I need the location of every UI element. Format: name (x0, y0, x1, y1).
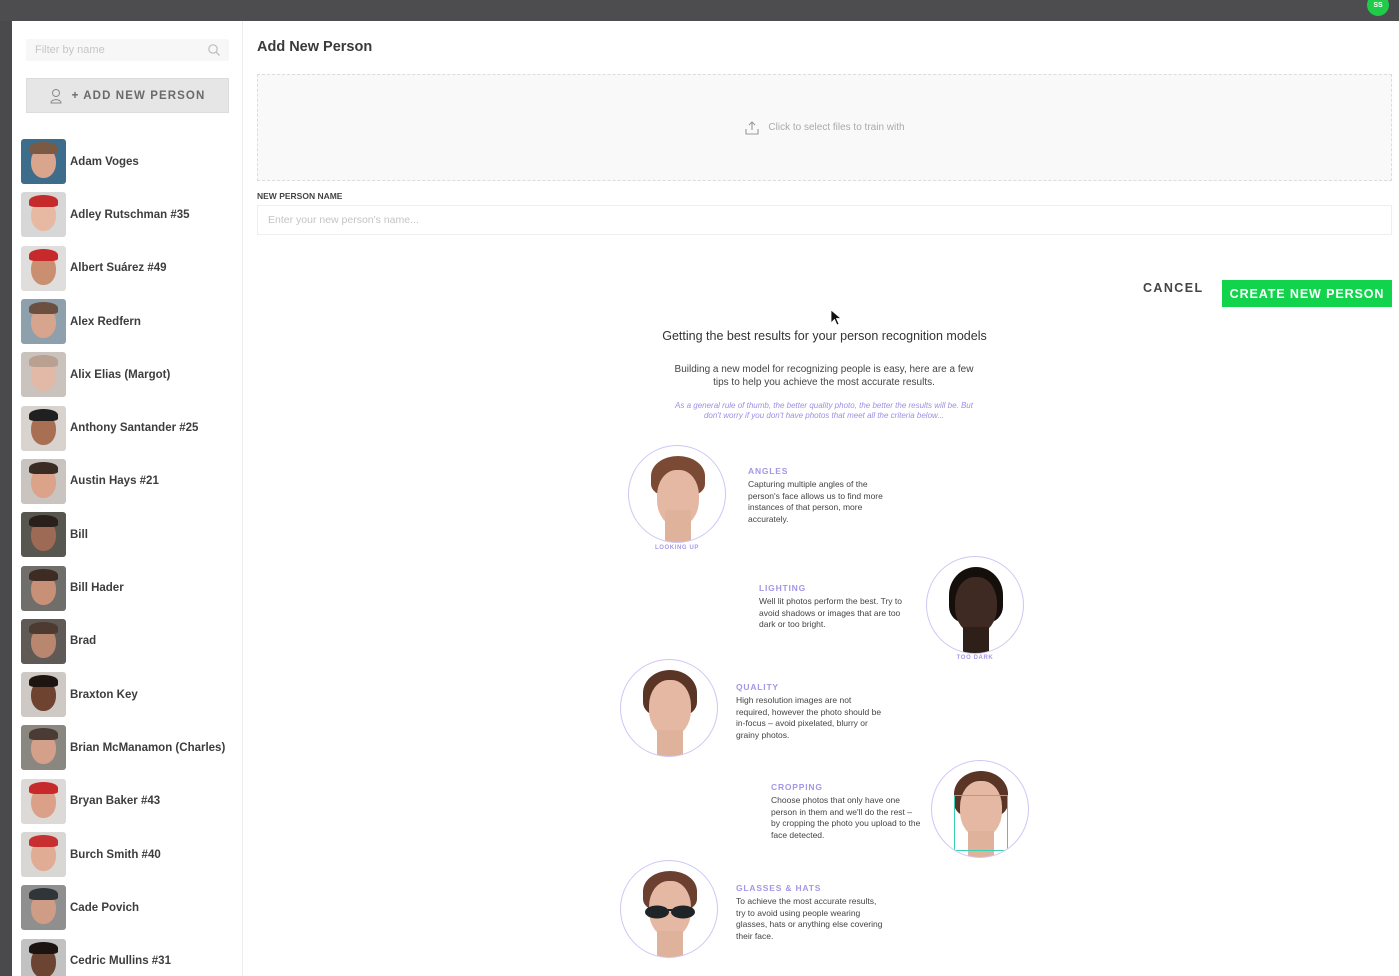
add-person-icon (50, 88, 62, 103)
person-name: Bill (70, 528, 88, 541)
avatar (21, 299, 66, 345)
tip-glasses-heading: GLASSES & HATS (736, 883, 822, 893)
tip-lighting-heading: LIGHTING (759, 583, 807, 593)
dropzone-text: Click to select files to train with (768, 122, 905, 133)
person-name: Adam Voges (70, 155, 139, 168)
sidebar-person-item[interactable]: Alex Redfern (21, 295, 242, 348)
app-frame: Filter by name + ADD NEW PERSON Adam Vog… (12, 21, 1399, 976)
tip-angles-heading: ANGLES (748, 466, 789, 476)
tip-glasses-photo (620, 860, 718, 958)
sidebar-person-item[interactable]: Albert Suárez #49 (21, 242, 242, 295)
sidebar-person-item[interactable]: Anthony Santander #25 (21, 401, 242, 454)
filter-input[interactable]: Filter by name (26, 39, 229, 61)
tips-intro: Building a new model for recognizing peo… (674, 364, 974, 388)
avatar (21, 512, 66, 558)
sidebar-person-item[interactable]: Bill (21, 508, 242, 561)
person-name: Anthony Santander #25 (70, 422, 199, 435)
new-person-name-label: NEW PERSON NAME (257, 191, 343, 201)
person-name: Brian McManamon (Charles) (70, 741, 226, 754)
sidebar-person-item[interactable]: Cade Povich (21, 881, 242, 934)
sidebar-person-item[interactable]: Burch Smith #40 (21, 828, 242, 881)
sidebar-person-item[interactable]: Brad (21, 615, 242, 668)
avatar (21, 245, 66, 291)
user-avatar-badge[interactable]: SS (1367, 0, 1389, 16)
avatar (21, 192, 66, 238)
tip-lighting-body: Well lit photos perform the best. Try to… (759, 596, 902, 630)
person-name: Braxton Key (70, 688, 138, 701)
tip-quality-body: High resolution images are not required,… (736, 695, 882, 741)
tip-cropping-body: Choose photos that only have one person … (771, 795, 921, 841)
person-name: Bryan Baker #43 (70, 795, 161, 808)
create-new-person-button[interactable]: CREATE NEW PERSON (1222, 280, 1392, 307)
sidebar-person-item[interactable]: Bill Hader (21, 561, 242, 614)
main-panel: Add New Person Click to select files to … (257, 21, 1399, 976)
sidebar-person-item[interactable]: Adam Voges (21, 135, 242, 188)
search-icon (208, 44, 220, 56)
person-name: Austin Hays #21 (70, 475, 159, 488)
person-name: Adley Rutschman #35 (70, 208, 190, 221)
cancel-button[interactable]: CANCEL (1143, 281, 1203, 295)
person-name: Bill Hader (70, 582, 124, 595)
tips-note: As a general rule of thumb, the better q… (675, 401, 973, 420)
avatar (21, 139, 66, 185)
filter-placeholder: Filter by name (35, 44, 105, 56)
sidebar-person-item[interactable]: Cedric Mullins #31 (21, 934, 242, 976)
tips-title: Getting the best results for your person… (662, 329, 987, 343)
sidebar-person-item[interactable]: Austin Hays #21 (21, 455, 242, 508)
tip-angles-caption: LOOKING UP (654, 545, 699, 551)
file-dropzone[interactable]: Click to select files to train with (257, 74, 1392, 181)
person-name: Cade Povich (70, 901, 140, 914)
avatar (21, 352, 66, 398)
tip-lighting-caption: TOO DARK (956, 655, 994, 661)
cursor-pointer-icon (830, 309, 842, 326)
tip-quality-photo (620, 659, 718, 757)
person-name: Burch Smith #40 (70, 848, 161, 861)
new-person-name-input[interactable] (257, 205, 1392, 235)
sidebar-person-item[interactable]: Adley Rutschman #35 (21, 188, 242, 241)
person-name: Alex Redfern (70, 315, 141, 328)
face-crop-box (954, 795, 1008, 851)
sunglasses-icon (645, 905, 695, 919)
tip-lighting-photo (926, 556, 1024, 654)
sidebar-person-item[interactable]: Braxton Key (21, 668, 242, 721)
avatar (21, 725, 66, 771)
avatar (21, 458, 66, 504)
person-name: Cedric Mullins #31 (70, 955, 171, 968)
window-topbar: SS (0, 0, 1399, 21)
sidebar-person-item[interactable]: Bryan Baker #43 (21, 775, 242, 828)
avatar (21, 778, 66, 824)
tip-cropping-photo (931, 760, 1029, 858)
sidebar: Filter by name + ADD NEW PERSON Adam Vog… (12, 21, 243, 976)
person-name: Albert Suárez #49 (70, 262, 167, 275)
tip-angles-body: Capturing multiple angles of the person'… (748, 479, 883, 525)
sidebar-person-item[interactable]: Alix Elias (Margot) (21, 348, 242, 401)
tip-glasses-body: To achieve the most accurate results, tr… (736, 896, 883, 942)
sidebar-person-item[interactable]: Brian McManamon (Charles) (21, 721, 242, 774)
add-new-person-button[interactable]: + ADD NEW PERSON (26, 78, 229, 113)
upload-icon (745, 120, 759, 135)
page-title: Add New Person (257, 39, 373, 55)
avatar (21, 672, 66, 718)
avatar (21, 832, 66, 877)
avatar (21, 565, 66, 611)
person-name: Alix Elias (Margot) (70, 368, 171, 381)
avatar (21, 405, 66, 451)
avatar (21, 618, 66, 664)
add-new-person-label: + ADD NEW PERSON (71, 89, 206, 102)
person-name: Brad (70, 635, 97, 648)
people-list: Adam Voges Adley Rutschman #35 Albert Suár… (21, 135, 242, 976)
tip-cropping-heading: CROPPING (771, 782, 823, 792)
tip-angles-photo (628, 445, 726, 543)
avatar (21, 938, 66, 976)
avatar (21, 885, 66, 931)
tip-quality-heading: QUALITY (736, 682, 779, 692)
